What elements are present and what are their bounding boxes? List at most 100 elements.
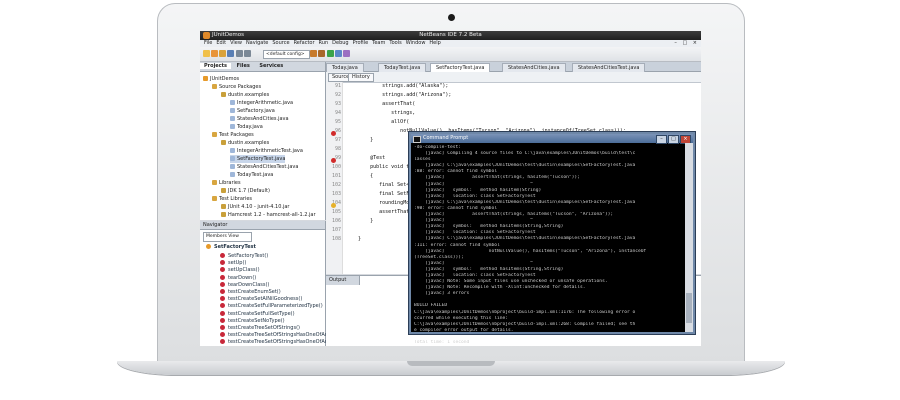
projects-tabs: Projects Files Services	[200, 62, 325, 72]
tree-node[interactable]: dustin.examples	[221, 139, 269, 147]
navigator-member-label: testCreateSetNoType()	[228, 317, 285, 324]
menu-view[interactable]: View	[230, 40, 242, 46]
members-view-select[interactable]: Members View	[203, 232, 252, 242]
editor-tab[interactable]: TodayTest.java	[378, 63, 427, 72]
debug-icon[interactable]	[335, 50, 342, 57]
cmd-line: [javac] notNullValue(), hasItems("Tucson…	[414, 248, 647, 254]
menu-debug[interactable]: Debug	[332, 40, 348, 46]
redo-icon[interactable]	[244, 50, 251, 57]
cmd-scrollbar-thumb[interactable]	[686, 293, 692, 323]
method-icon	[220, 289, 225, 294]
cmd-titlebar[interactable]: Command Prompt – □ ×	[411, 134, 693, 144]
open-project-icon[interactable]	[219, 50, 226, 57]
navigator-class-node[interactable]: SetFactoryTest	[206, 243, 256, 251]
editor-tab[interactable]: Today.java	[326, 63, 364, 72]
tree-node[interactable]: StatesAndCitiesTest.java	[230, 163, 298, 171]
menu-navigate[interactable]: Navigate	[246, 40, 268, 46]
minimize-button[interactable]: –	[674, 40, 677, 46]
clean-build-icon[interactable]	[318, 50, 325, 57]
method-icon	[220, 253, 225, 258]
class-icon	[206, 244, 211, 249]
code-line: strings.add("Arizona");	[346, 92, 452, 98]
line-number: 100	[331, 164, 341, 170]
tree-node[interactable]: TodayTest.java	[230, 171, 273, 179]
tree-node-label: dustin.examples	[228, 140, 270, 146]
menu-source[interactable]: Source	[272, 40, 289, 46]
menu-file[interactable]: File	[204, 40, 212, 46]
tree-node[interactable]: SetFactoryTest.java	[230, 155, 286, 163]
tree-node[interactable]: Hamcrest 1.2 - hamcrest-all-1.2.jar	[221, 211, 316, 219]
tree-node-label: StatesAndCities.java	[237, 116, 289, 122]
code-line: strings,	[346, 110, 416, 116]
tree-node[interactable]: SetFactory.java	[230, 107, 275, 115]
menu-team[interactable]: Team	[372, 40, 385, 46]
profile-icon[interactable]	[343, 50, 350, 57]
tree-node[interactable]: JDK 1.7 (Default)	[221, 187, 270, 195]
java-file-icon	[230, 108, 235, 113]
tree-node[interactable]: dustin.examples	[221, 91, 269, 99]
tree-node-label: Source Packages	[219, 84, 262, 90]
folder-icon	[221, 212, 226, 217]
undo-icon[interactable]	[236, 50, 243, 57]
config-select[interactable]: <default config>	[263, 50, 310, 59]
menu-edit[interactable]: Edit	[216, 40, 226, 46]
tree-node[interactable]: Today.java	[230, 123, 263, 131]
tab-projects[interactable]: Projects	[200, 63, 232, 69]
tab-files[interactable]: Files	[233, 63, 254, 69]
code-line: strings.add("Alaska");	[346, 83, 449, 89]
menu-help[interactable]: Help	[429, 40, 440, 46]
window-title: NetBeans IDE 7.2 Beta	[419, 32, 482, 38]
error-icon[interactable]	[331, 158, 336, 163]
code-line: final SetFa	[346, 191, 413, 197]
new-project-icon[interactable]	[211, 50, 218, 57]
menu-tools[interactable]: Tools	[389, 40, 401, 46]
output-title[interactable]: Output	[326, 276, 360, 285]
tree-node[interactable]: IntegerArithmeticTest.java	[230, 147, 303, 155]
navigator-member-label: testCreateSetAlNilGoodness()	[228, 296, 303, 303]
navigator-member[interactable]: testCreateTreeSetOfStringsHasOneOfAdded(…	[220, 338, 341, 346]
code-line: final Set<S	[346, 182, 413, 188]
cmd-maximize-button[interactable]: □	[668, 135, 679, 144]
line-number: 94	[334, 110, 341, 116]
editor-tab[interactable]: SetFactoryTest.java	[430, 63, 491, 72]
tree-node[interactable]: JUnit 4.10 - junit-4.10.jar	[221, 203, 289, 211]
tree-node[interactable]: StatesAndCities.java	[230, 115, 289, 123]
tab-services[interactable]: Services	[255, 63, 287, 69]
menu-profile[interactable]: Profile	[353, 40, 369, 46]
tree-node-label: dustin.examples	[228, 92, 270, 98]
history-button[interactable]: History	[348, 73, 374, 82]
line-number: 105	[331, 209, 341, 215]
editor-tab[interactable]: StatesAndCities.java	[502, 63, 566, 72]
build-icon[interactable]	[310, 50, 317, 57]
command-prompt-window[interactable]: Command Prompt – □ × -do-compile-test: [ja…	[409, 132, 695, 345]
tree-node[interactable]: Source Packages	[212, 83, 261, 91]
error-icon[interactable]	[331, 131, 336, 136]
warning-icon[interactable]	[331, 203, 336, 208]
menu-refactor[interactable]: Refactor	[294, 40, 315, 46]
new-file-icon[interactable]	[203, 50, 210, 57]
method-icon	[220, 267, 225, 273]
maximize-button[interactable]: □	[682, 40, 687, 46]
line-number: 106	[331, 218, 341, 224]
tree-node[interactable]: IntegerArithmetic.java	[230, 99, 293, 107]
cmd-minimize-button[interactable]: –	[656, 135, 667, 144]
method-icon	[220, 260, 225, 266]
method-icon	[220, 310, 225, 316]
tree-node[interactable]: Libraries	[212, 179, 241, 187]
navigator-member-label: testCreateEnumSet()	[228, 289, 281, 295]
tree-node[interactable]: JUnitDemos	[203, 75, 239, 83]
tree-node-label: Today.java	[237, 124, 263, 130]
line-number: 108	[331, 236, 341, 242]
tree-node[interactable]: Test Packages	[212, 131, 254, 139]
editor-tab[interactable]: StatesAndCitiesTest.java	[572, 63, 646, 72]
save-all-icon[interactable]	[227, 50, 234, 57]
menu-window[interactable]: Window	[406, 40, 426, 46]
cmd-scrollbar[interactable]	[685, 143, 693, 332]
folder-icon	[212, 84, 217, 89]
close-button[interactable]: ×	[693, 40, 697, 46]
tree-node[interactable]: Test Libraries	[212, 195, 252, 203]
menu-run[interactable]: Run	[319, 40, 329, 46]
run-icon[interactable]	[327, 50, 334, 57]
folder-icon	[212, 132, 217, 137]
tree-node-label: JDK 1.7 (Default)	[228, 188, 270, 194]
